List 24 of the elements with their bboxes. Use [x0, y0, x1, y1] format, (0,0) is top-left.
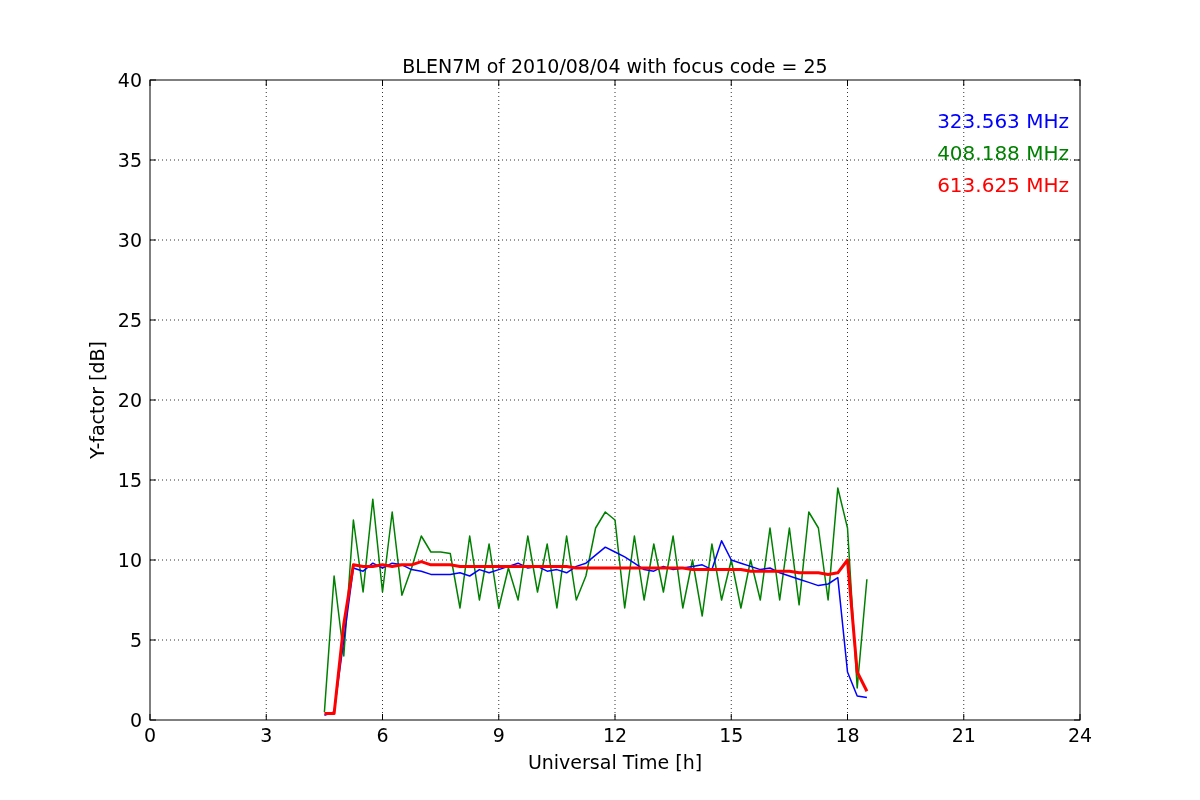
chart-title: BLEN7M of 2010/08/04 with focus code = 25: [402, 55, 828, 77]
legend-label: 323.563 MHz: [937, 109, 1069, 133]
x-tick-label: 6: [376, 724, 389, 746]
x-tick-label: 18: [835, 724, 860, 746]
x-tick-label: 9: [492, 724, 505, 746]
y-tick-label: 15: [117, 469, 142, 491]
y-tick-label: 10: [117, 549, 142, 571]
x-tick-label: 0: [143, 724, 157, 746]
x-tick-label: 15: [719, 724, 744, 746]
x-axis-label: Universal Time [h]: [527, 751, 703, 773]
y-tick-label: 25: [117, 309, 142, 331]
y-axis-label: Y-factor [dB]: [86, 341, 108, 459]
x-tick-label: 21: [951, 724, 976, 746]
y-tick-label: 35: [117, 149, 142, 171]
y-tick-label: 5: [129, 629, 142, 651]
y-tick-label: 30: [117, 229, 142, 251]
x-tick-label: 3: [260, 724, 273, 746]
x-tick-label: 24: [1067, 724, 1093, 746]
legend-label: 408.188 MHz: [937, 141, 1069, 165]
y-tick-label: 20: [117, 389, 142, 411]
y-tick-label: 40: [117, 69, 142, 91]
legend-label: 613.625 MHz: [937, 173, 1069, 197]
x-tick-label: 12: [602, 724, 628, 746]
y-tick-label: 0: [129, 709, 142, 731]
